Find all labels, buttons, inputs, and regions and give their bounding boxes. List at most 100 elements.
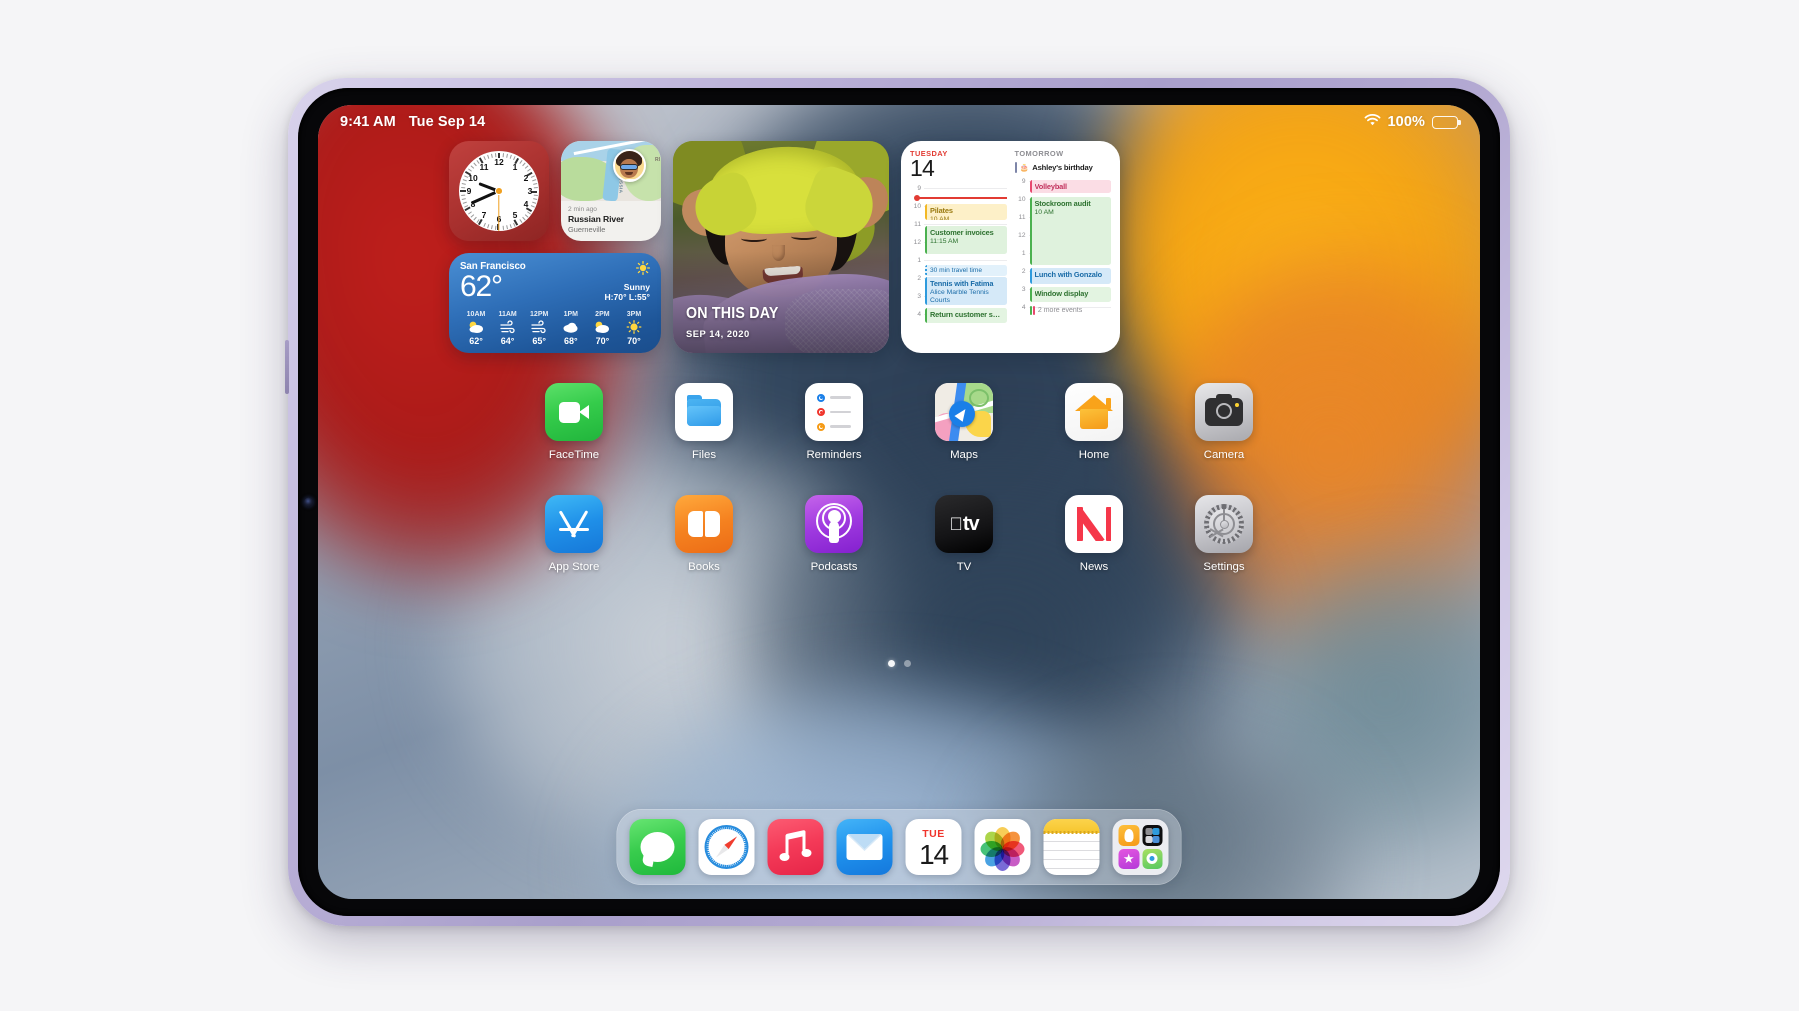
clock-num-7: 7: [481, 210, 487, 220]
app-news[interactable]: News: [1058, 495, 1130, 573]
clock-num-10: 10: [468, 173, 478, 183]
reminders-icon: [805, 383, 863, 441]
widget-calendar[interactable]: TUESDAY 14 9 10 11 12 1 2 3 4 Pilates 10…: [901, 141, 1120, 353]
itunes-store-mini-icon: ★: [1118, 848, 1139, 869]
page-indicator[interactable]: [318, 660, 1480, 667]
clock-num-11: 11: [479, 162, 489, 172]
weather-hour-label: 3PM: [626, 311, 642, 318]
widget-column-left: 12 1 2 3 4 5 6 7 8 9: [449, 141, 661, 353]
tv-icon: tv: [935, 495, 993, 553]
app-camera[interactable]: Camera: [1188, 383, 1260, 461]
widget-area: 12 1 2 3 4 5 6 7 8 9: [449, 141, 1120, 353]
calendar-all-day-event[interactable]: 🎂 Ashley's birthday: [1014, 162, 1112, 173]
app-label: Home: [1078, 449, 1110, 461]
settings-icon: [1195, 495, 1253, 553]
wifi-icon: [1364, 113, 1381, 131]
screenshot-stage: 9:41 AM Tue Sep 14 100% 12 1 2 3 4 5 7 9…: [0, 0, 1799, 1011]
widget-photos[interactable]: ON THIS DAY SEP 14, 2020: [673, 141, 889, 353]
clock-second-hand: [498, 195, 500, 231]
calendar-event[interactable]: Window display: [1029, 287, 1111, 302]
messages-icon[interactable]: [629, 819, 686, 875]
calendar-icon[interactable]: TUE 14: [905, 819, 962, 875]
calendar-more-events[interactable]: 2 more events: [1029, 306, 1112, 315]
find-my-city: Guerneville: [568, 225, 606, 234]
calendar-event-title: Stockroom audit: [1034, 199, 1091, 208]
calendar-event[interactable]: Lunch with Gonzalo: [1029, 268, 1111, 284]
status-time: 9:41 AM: [340, 114, 396, 130]
weather-hour-label: 12PM: [530, 311, 549, 318]
notes-icon[interactable]: [1043, 819, 1100, 875]
calendar-event[interactable]: Return customer s…: [925, 308, 1007, 324]
cal-hour-label: 12: [913, 239, 921, 247]
calendar-today-column: TUESDAY 14 9 10 11 12 1 2 3 4 Pilates 10…: [910, 149, 1007, 347]
clock-num-2: 2: [523, 173, 529, 183]
app-books[interactable]: Books: [668, 495, 740, 573]
weather-hour-item: 12PM 65°: [524, 311, 554, 346]
app-files[interactable]: Files: [668, 383, 740, 461]
app-label: FaceTime: [548, 449, 600, 461]
weather-hour-item: 10AM 62°: [461, 311, 491, 346]
front-camera-icon: [304, 497, 313, 507]
map-label-ri: RI: [655, 157, 660, 163]
app-row-2: App Store Books Podcasts tv TV News Sett…: [318, 495, 1480, 573]
safari-icon[interactable]: [698, 819, 755, 875]
photos-icon[interactable]: [974, 819, 1031, 875]
weather-hour-label: 11AM: [498, 311, 517, 318]
cal-hour-label: 3: [917, 293, 921, 301]
weather-hour-label: 2PM: [595, 311, 610, 318]
podcasts-icon: [805, 495, 863, 553]
home-icon: [1065, 383, 1123, 441]
app-reminders[interactable]: Reminders: [798, 383, 870, 461]
calendar-now-indicator: [914, 194, 1007, 203]
wind-icon: [493, 318, 523, 336]
calendar-event[interactable]: Pilates 10 AM: [925, 204, 1007, 221]
app-label: Reminders: [806, 449, 862, 461]
app-label: Files: [691, 449, 717, 461]
app-label: Books: [688, 561, 720, 573]
mail-icon[interactable]: [836, 819, 893, 875]
app-podcasts[interactable]: Podcasts: [798, 495, 870, 573]
calendar-event[interactable]: Tennis with Fatima Alice Marble Tennis C…: [925, 277, 1007, 306]
calendar-event[interactable]: Volleyball: [1029, 180, 1111, 193]
music-icon[interactable]: [767, 819, 824, 875]
app-label: Maps: [950, 449, 978, 461]
page-dot-1[interactable]: [887, 660, 895, 667]
weather-hour-temp: 65°: [532, 336, 546, 346]
maps-icon: [935, 383, 993, 441]
widget-find-my[interactable]: RI RUSSIA 2 min ago Russian River Guerne…: [561, 141, 661, 241]
clock-num-1: 1: [512, 162, 518, 172]
calendar-event-title: Lunch with Gonzalo: [1034, 270, 1103, 279]
calendar-event-subtitle: Alice Marble Tennis Courts: [930, 288, 989, 305]
clock-num-12: 12: [494, 157, 504, 167]
calendar-event[interactable]: Stockroom audit 10 AM: [1029, 197, 1111, 265]
calendar-all-day-title: Ashley's birthday: [1032, 163, 1093, 172]
photos-widget-date: SEP 14, 2020: [686, 328, 750, 339]
app-facetime[interactable]: FaceTime: [538, 383, 610, 461]
app-home[interactable]: Home: [1058, 383, 1130, 461]
app-tv[interactable]: tv TV: [928, 495, 1000, 573]
weather-hour-temp: 70°: [595, 336, 610, 346]
calendar-event-travel[interactable]: 30 min travel time: [925, 265, 1007, 277]
calendar-event[interactable]: Customer invoices 11:15 AM: [925, 226, 1007, 255]
tips-mini-icon: [1118, 825, 1139, 846]
app-app-store[interactable]: App Store: [538, 495, 610, 573]
page-dot-2[interactable]: [903, 660, 911, 667]
app-maps[interactable]: Maps: [928, 383, 1000, 461]
cal-hour-label: 12: [1018, 232, 1026, 239]
files-icon: [675, 383, 733, 441]
calendar-event-title: 30 min travel time: [930, 266, 983, 274]
calendar-event-title: Return customer s…: [930, 310, 1000, 320]
app-label: Camera: [1203, 449, 1245, 461]
calendar-event-title: Pilates: [930, 206, 953, 216]
cal-hour-label: 11: [914, 221, 921, 229]
weather-hour-item: 3PM 70°: [619, 311, 649, 346]
memoji-avatar: [613, 149, 646, 182]
app-folder-icon[interactable]: ★: [1112, 819, 1169, 875]
widget-weather[interactable]: San Francisco 62° Sunny H:70° L:55° 10AM…: [449, 253, 661, 353]
weather-hour-temp: 62°: [469, 336, 483, 346]
shortcuts-mini-icon: [1142, 825, 1163, 846]
widget-clock[interactable]: 12 1 2 3 4 5 6 7 8 9: [449, 141, 549, 241]
clock-num-4: 4: [523, 199, 529, 209]
app-settings[interactable]: Settings: [1188, 495, 1260, 573]
volume-button[interactable]: [285, 340, 289, 394]
